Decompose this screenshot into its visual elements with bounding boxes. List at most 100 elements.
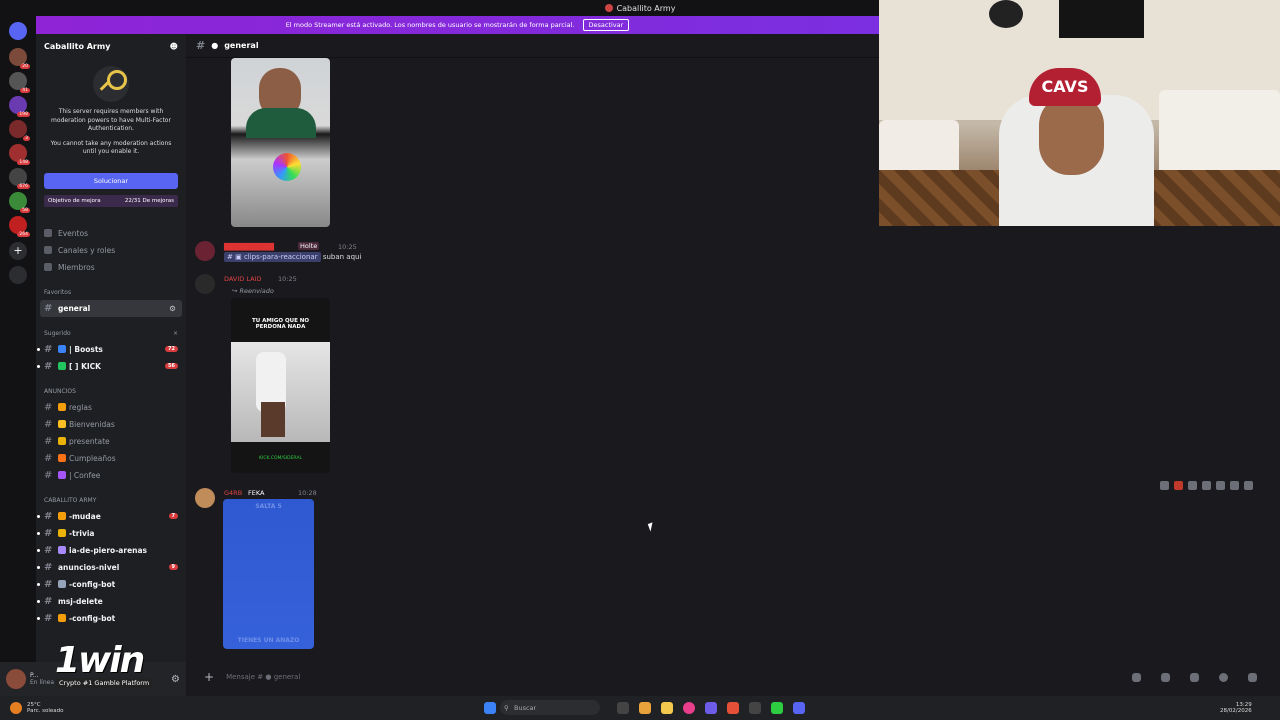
brave-icon[interactable] (727, 702, 739, 714)
wall-clock (989, 0, 1023, 28)
app-icon[interactable] (1188, 481, 1197, 490)
webcam-overlay: CAVS (879, 0, 1280, 226)
disable-streamer-button[interactable]: Desactivar (582, 19, 630, 31)
message-hover-toolbar (1160, 481, 1253, 490)
video-thumbnail[interactable]: SALTA 5 TIENES UN ANAZO (223, 499, 314, 649)
mfa-text: This server requires members with modera… (51, 108, 171, 132)
gift-icon[interactable] (1132, 672, 1141, 682)
channel-mention[interactable]: # ▣ clips-para-reaccionar (224, 252, 321, 262)
key-icon (93, 66, 129, 102)
channel-presentate[interactable]: # presentate (36, 433, 186, 450)
discord-icon[interactable] (793, 702, 805, 714)
channel-msj-delete[interactable]: # msj-delete (36, 593, 186, 610)
message-input[interactable]: + Mensaje # ● general (196, 666, 1270, 688)
channel-ia-de-piero-arenas[interactable]: # ia-de-piero-arenas (36, 542, 186, 559)
category-announcements[interactable]: ANUNCIOS (36, 385, 186, 399)
server-icon[interactable]: 264 (9, 216, 30, 237)
username[interactable]: ██████████ (224, 243, 274, 251)
avatar[interactable] (6, 669, 26, 689)
forward-icon[interactable] (1230, 481, 1239, 490)
settings-icon[interactable]: ⚙ (169, 304, 176, 313)
username[interactable]: G4RB (224, 489, 242, 497)
emoji-icon[interactable] (1202, 481, 1211, 490)
emoji-icon[interactable] (1219, 672, 1228, 682)
app-icon[interactable] (1174, 481, 1183, 490)
channel-reglas[interactable]: # reglas (36, 399, 186, 416)
channel-boosts[interactable]: # | Boosts 72 (36, 341, 186, 358)
add-attachment-icon[interactable]: + (204, 670, 214, 684)
server-icon[interactable]: 676 (9, 168, 30, 189)
server-icon[interactable]: 20 (9, 48, 30, 69)
reply-icon[interactable] (1216, 481, 1225, 490)
channel-general[interactable]: # general ⚙ (40, 299, 182, 317)
discover-icon[interactable] (9, 266, 27, 284)
weather-icon[interactable] (10, 702, 22, 714)
role-tag: Holte (298, 242, 320, 250)
hash-icon: # (44, 302, 53, 314)
video-caption: SALTA 5 (255, 503, 282, 510)
video-thumbnail[interactable]: TU AMIGO QUE NO PERDONA NADA KICK.COM/SI… (231, 298, 330, 473)
server-rail: 20 41 198 3 148 676 58 264 + (0, 16, 36, 696)
folder-icon[interactable] (661, 702, 673, 714)
window-title: Caballito Army (616, 3, 676, 13)
close-icon[interactable]: × (173, 330, 178, 337)
app-icon[interactable] (749, 702, 761, 714)
gif-icon[interactable] (1161, 672, 1170, 682)
channel-config-bot-2[interactable]: # -config-bot (36, 610, 186, 627)
category-favorites[interactable]: Favoritos (36, 286, 186, 300)
app-icon[interactable] (1160, 481, 1169, 490)
settings-icon[interactable]: ⚙ (171, 674, 180, 685)
username[interactable]: DAVID LAID (224, 275, 262, 283)
taskbar-search[interactable]: ⚲ Buscar (500, 700, 600, 715)
video-thumbnail[interactable] (231, 58, 330, 227)
channel-kick[interactable]: #[ ] KICK 56 (36, 358, 186, 375)
apps-icon[interactable] (1248, 672, 1257, 682)
search-icon: ⚲ (504, 703, 509, 712)
solve-button[interactable]: Solucionar (44, 172, 178, 189)
boost-goal[interactable]: Objetivo de mejora 22/31 De mejoras (44, 194, 178, 207)
channel-config-bot[interactable]: # -config-bot (36, 576, 186, 593)
message-text: # ▣ clips-para-reaccionar suban aqui (224, 252, 361, 262)
app-icon[interactable] (683, 702, 695, 714)
windows-start-icon[interactable] (484, 702, 496, 714)
promo-tagline: Crypto #1 Gamble Platform (56, 678, 153, 688)
avatar[interactable] (195, 488, 215, 508)
channel-sidebar: Caballito Army ☻ This server requires me… (36, 34, 186, 662)
chat-bubble-icon: ● (211, 41, 219, 50)
category-suggested[interactable]: Sugerido × (36, 327, 186, 341)
channel-title: general (224, 41, 259, 50)
home-icon[interactable] (9, 22, 27, 40)
channel-cumpleanos[interactable]: # Cumpleaños (36, 450, 186, 467)
channel-mudae[interactable]: # -mudae 7 (36, 508, 186, 525)
app-icon[interactable] (705, 702, 717, 714)
server-icon[interactable]: 148 (9, 144, 30, 165)
nav-channels-roles[interactable]: Canales y roles (36, 242, 186, 259)
server-icon[interactable]: 58 (9, 192, 30, 213)
streamer-mode-banner: El modo Streamer está activado. Los nomb… (36, 16, 879, 34)
server-icon[interactable]: 198 (9, 96, 30, 117)
add-server-icon[interactable]: + (9, 242, 27, 260)
taskview-icon[interactable] (617, 702, 629, 714)
channel-trivia[interactable]: # -trivia (36, 525, 186, 542)
video-footer: TIENES UN ANAZO (237, 637, 300, 644)
more-icon[interactable] (1244, 481, 1253, 490)
app-icon[interactable] (639, 702, 651, 714)
channel-confee[interactable]: # | Confee (36, 467, 186, 484)
server-icon[interactable]: 3 (9, 120, 30, 141)
nav-members[interactable]: Miembros (36, 259, 186, 276)
user-status: En línea (30, 679, 55, 686)
channel-anuncios-nivel[interactable]: # anuncios-nivel 9 (36, 559, 186, 576)
sticker-icon[interactable] (1190, 672, 1199, 682)
mfa-notice: This server requires members with modera… (36, 58, 186, 167)
video-footer: KICK.COM/SIDERAL (259, 456, 302, 461)
add-user-icon[interactable]: ☻ (170, 42, 178, 51)
server-icon[interactable]: 41 (9, 72, 30, 93)
server-header[interactable]: Caballito Army ☻ (36, 34, 186, 58)
avatar[interactable] (195, 274, 215, 294)
category-caballito-army[interactable]: CABALLITO ARMY (36, 494, 186, 508)
video-caption: TU AMIGO QUE NO PERDONA NADA (251, 318, 310, 330)
nav-events[interactable]: Eventos (36, 225, 186, 242)
app-icon[interactable] (771, 702, 783, 714)
channel-bienvenidas[interactable]: # Bienvenidas (36, 416, 186, 433)
avatar[interactable] (195, 241, 215, 261)
